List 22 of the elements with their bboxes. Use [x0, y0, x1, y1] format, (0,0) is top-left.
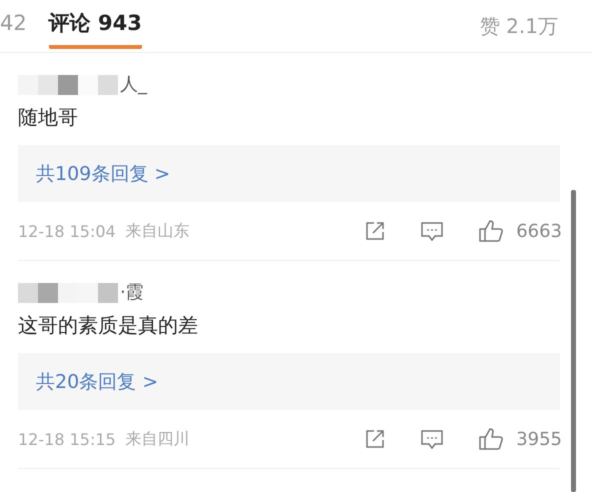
username[interactable]: 人_: [120, 75, 147, 95]
comment-time: 12-18 15:15: [18, 430, 116, 448]
scrollbar[interactable]: [571, 190, 576, 492]
username[interactable]: ·霞: [120, 283, 144, 303]
comment-location: 来自四川: [126, 428, 190, 450]
comment-text: 这哥的素质是真的差: [18, 312, 199, 339]
tab[interactable]: 42: [0, 3, 27, 49]
like-total[interactable]: 赞 2.1万: [480, 12, 558, 40]
share-icon[interactable]: [364, 220, 386, 242]
replies-link[interactable]: 共109条回复 >: [18, 145, 560, 202]
like-count: 3955: [516, 428, 562, 450]
tab[interactable]: 评论 943: [48, 3, 142, 49]
comment-icon[interactable]: [420, 428, 444, 450]
comment-location: 来自山东: [126, 220, 190, 242]
share-icon[interactable]: [364, 428, 386, 450]
comment-icon[interactable]: [420, 220, 444, 242]
like-count: 6663: [516, 220, 562, 242]
thumbs-up-icon[interactable]: [478, 219, 504, 243]
comment-text: 随地哥: [18, 104, 79, 131]
thumbs-up-icon[interactable]: [478, 427, 504, 451]
comment-time: 12-18 15:04: [18, 222, 116, 240]
replies-link[interactable]: 共20条回复 >: [18, 353, 560, 410]
